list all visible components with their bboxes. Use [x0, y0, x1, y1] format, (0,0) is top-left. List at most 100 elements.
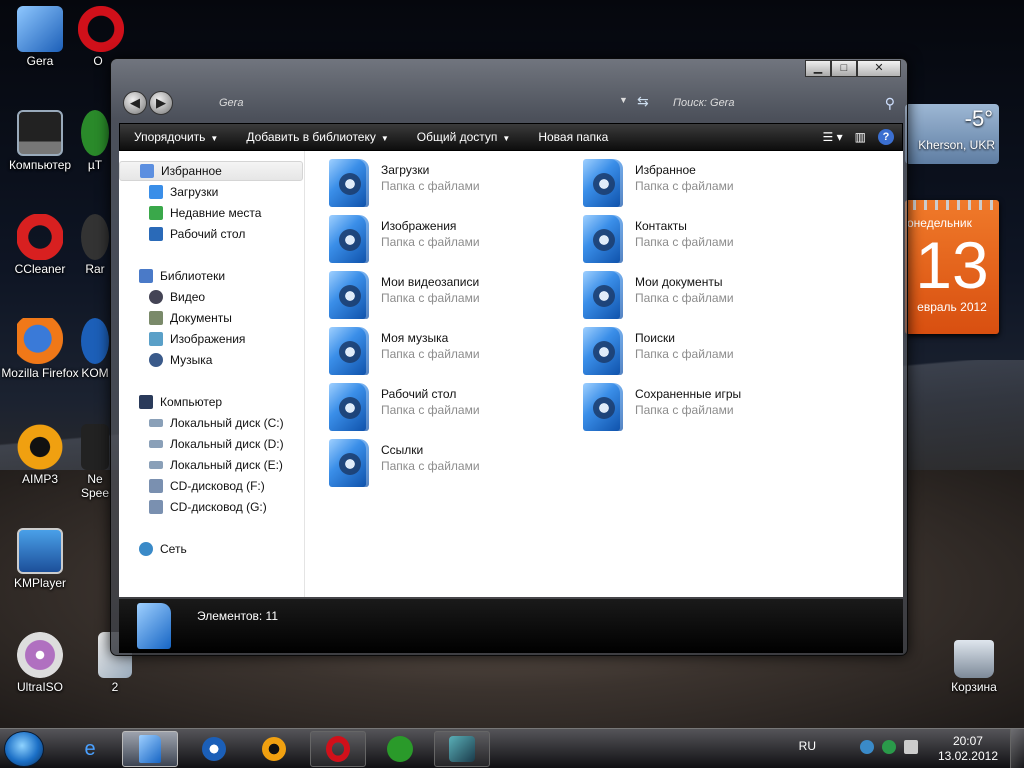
organize-button[interactable]: Упорядочить ▼ — [120, 130, 232, 144]
refresh-icon[interactable]: ⇆ — [637, 93, 649, 110]
folder-searches[interactable]: Поиски Папка с файлами — [583, 325, 833, 377]
computer-icon — [139, 395, 153, 409]
nav-music[interactable]: Музыка — [119, 350, 303, 370]
breadcrumb-gera[interactable]: Gera — [219, 97, 243, 109]
taskbar-media-player[interactable] — [186, 731, 242, 767]
calendar-weekday: онедельник — [907, 216, 972, 230]
forward-button[interactable]: ▶ — [149, 91, 173, 115]
aimp-icon — [262, 737, 286, 761]
show-desktop-button[interactable] — [1010, 729, 1024, 768]
nav-cd-g[interactable]: CD-дисковод (G:) — [119, 497, 303, 517]
search-input[interactable]: Поиск: Gera ⚲ — [667, 93, 899, 113]
command-toolbar: Упорядочить ▼ Добавить в библиотеку ▼ Общи… — [119, 123, 903, 151]
maximize-button[interactable]: □ — [831, 60, 857, 77]
item-count: Элементов: 11 — [197, 609, 278, 623]
taskbar-opera[interactable] — [310, 731, 366, 767]
desktop-icon — [149, 227, 163, 241]
nav-favorites[interactable]: Избранное — [119, 161, 303, 181]
nav-video[interactable]: Видео — [119, 287, 303, 307]
nav-disk-c[interactable]: Локальный диск (C:) — [119, 413, 303, 433]
network-icon — [139, 542, 153, 556]
toolbar-right: ☰ ▾ ▥ ? — [823, 129, 902, 145]
globe-tray-icon[interactable] — [882, 740, 896, 754]
folder-desktop[interactable]: Рабочий стол Папка с файлами — [329, 381, 579, 433]
nav-network[interactable]: Сеть — [119, 539, 303, 559]
user-folder-icon — [17, 6, 63, 52]
desktop-icon-utorrent[interactable]: µT — [80, 110, 110, 172]
preview-pane-icon[interactable]: ▥ — [855, 130, 866, 144]
desktop-icon-nero[interactable]: Ne Spee — [80, 424, 110, 500]
view-options-icon[interactable]: ☰ ▾ — [823, 130, 843, 144]
desktop-icon-kmplayer[interactable]: KMPlayer — [0, 528, 80, 590]
hard-drive-icon — [149, 440, 163, 448]
desktop-icon-kom[interactable]: KOM — [80, 318, 110, 380]
desktop-icon-computer[interactable]: Компьютер — [0, 110, 80, 172]
video-icon — [149, 290, 163, 304]
nav-computer[interactable]: Компьютер — [119, 392, 303, 412]
nav-libraries[interactable]: Библиотеки — [119, 266, 303, 286]
calendar-gadget[interactable]: онедельник 13 евраль 2012 — [905, 200, 999, 334]
music-folder-icon — [329, 327, 369, 375]
nav-images[interactable]: Изображения — [119, 329, 303, 349]
close-button[interactable]: ✕ — [857, 60, 901, 77]
nav-cd-f[interactable]: CD-дисковод (F:) — [119, 476, 303, 496]
search-icon[interactable]: ⚲ — [885, 93, 895, 113]
folder-downloads[interactable]: Загрузки Папка с файлами — [329, 157, 579, 209]
desktop-icon-rar[interactable]: Rar — [80, 214, 110, 276]
desktop-icon-ultraiso[interactable]: UltraISO — [0, 632, 80, 694]
weather-location: Kherson, UKR — [918, 138, 995, 152]
ccleaner-icon — [17, 214, 63, 260]
nav-recent-places[interactable]: Недавние места — [119, 203, 303, 223]
help-icon[interactable]: ? — [878, 129, 894, 145]
volume-icon[interactable] — [904, 740, 918, 754]
nav-disk-e[interactable]: Локальный диск (E:) — [119, 455, 303, 475]
desktop-icon-ccleaner[interactable]: CCleaner — [0, 214, 80, 276]
desktop-icon-gera[interactable]: Gera — [0, 6, 80, 68]
weather-temperature: -5° — [964, 106, 993, 131]
utorrent-icon — [81, 110, 109, 156]
nav-downloads[interactable]: Загрузки — [119, 182, 303, 202]
taskbar: e RU 20:07 13.02.2012 — [0, 728, 1024, 768]
nav-disk-d[interactable]: Локальный диск (D:) — [119, 434, 303, 454]
folder-my-music[interactable]: Моя музыка Папка с файлами — [329, 325, 579, 377]
share-button[interactable]: Общий доступ ▼ — [403, 130, 525, 144]
folder-my-videos[interactable]: Мои видеозаписи Папка с файлами — [329, 269, 579, 321]
back-button[interactable]: ◀ — [123, 91, 147, 115]
minimize-button[interactable]: ▁ — [805, 60, 831, 77]
desktop-icon-aimp3[interactable]: AIMP3 — [0, 424, 80, 486]
system-tray: RU 20:07 13.02.2012 — [784, 729, 1024, 768]
clock[interactable]: 20:07 13.02.2012 — [938, 734, 998, 764]
taskbar-utorrent[interactable] — [372, 731, 428, 767]
folder-images[interactable]: Изображения Папка с файлами — [329, 213, 579, 265]
desktop-icon-firefox[interactable]: Mozilla Firefox — [0, 318, 80, 380]
start-button[interactable] — [4, 731, 44, 767]
language-indicator[interactable]: RU — [799, 739, 816, 753]
media-player-icon — [202, 737, 226, 761]
network-tray-icon[interactable] — [860, 740, 874, 754]
desktop-icon-recycle-bin[interactable]: Корзина — [934, 640, 1014, 694]
nav-documents[interactable]: Документы — [119, 308, 303, 328]
taskbar-ie[interactable]: e — [62, 731, 118, 767]
explorer-window[interactable]: ▁ □ ✕ ◀ ▶ Gera ▼ ⇆ Поиск: Gera ⚲ Упорядо… — [110, 58, 908, 656]
music-icon — [149, 353, 163, 367]
address-dropdown-icon[interactable]: ▼ — [619, 95, 628, 105]
details-pane: Элементов: 11 — [119, 599, 903, 653]
folder-favorites[interactable]: Избранное Папка с файлами — [583, 157, 833, 209]
address-path[interactable]: Gera — [199, 93, 619, 113]
folder-saved-games[interactable]: Сохраненные игры Папка с файлами — [583, 381, 833, 433]
libraries-icon — [139, 269, 153, 283]
folder-my-documents[interactable]: Мои документы Папка с файлами — [583, 269, 833, 321]
caption-buttons: ▁ □ ✕ — [805, 60, 901, 77]
folder-links[interactable]: Ссылки Папка с файлами — [329, 437, 579, 489]
new-folder-button[interactable]: Новая папка — [524, 130, 622, 144]
taskbar-app[interactable] — [434, 731, 490, 767]
add-to-library-button[interactable]: Добавить в библиотеку ▼ — [232, 130, 402, 144]
calendar-rings — [905, 200, 999, 210]
nav-desktop[interactable]: Рабочий стол — [119, 224, 303, 244]
folder-contacts[interactable]: Контакты Папка с файлами — [583, 213, 833, 265]
opera-icon — [78, 6, 124, 52]
weather-gadget[interactable]: -5° Kherson, UKR — [905, 104, 999, 164]
taskbar-aimp[interactable] — [246, 731, 302, 767]
taskbar-explorer[interactable] — [122, 731, 178, 767]
address-bar: ◀ ▶ Gera ▼ ⇆ Поиск: Gera ⚲ — [119, 89, 901, 117]
